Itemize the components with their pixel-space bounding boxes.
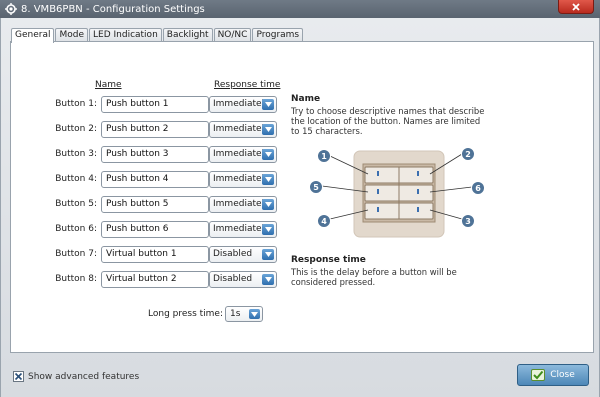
advanced-features-label: Show advanced features <box>28 371 140 382</box>
tab-bar: General Mode LED Indication Backlight NO… <box>11 28 304 43</box>
button-row-7: Button 7: Disabled <box>51 245 277 263</box>
button-name-input[interactable] <box>101 245 209 263</box>
chevron-down-icon <box>262 223 274 235</box>
long-press-label: Long press time: <box>148 309 223 319</box>
response-time-select[interactable]: Immediately <box>209 220 277 238</box>
close-x-icon <box>572 2 580 11</box>
button-label: Button 6: <box>55 224 97 234</box>
long-press-value: 1s <box>230 309 241 319</box>
close-button[interactable]: Close <box>517 364 589 386</box>
button-name-input[interactable] <box>101 220 209 238</box>
advanced-features-checkbox[interactable] <box>13 371 24 382</box>
gear-icon <box>5 3 17 15</box>
response-time-select[interactable]: Disabled <box>209 270 277 288</box>
button-label: Button 8: <box>55 274 97 284</box>
tab-led-indication[interactable]: LED Indication <box>89 28 162 42</box>
chevron-down-icon <box>262 248 274 260</box>
response-time-value: Immediately <box>213 149 270 159</box>
button-name-input[interactable] <box>101 270 209 288</box>
name-help-text: Try to choose descriptive names that des… <box>291 106 485 136</box>
button-row-6: Button 6: Immediately <box>51 220 277 238</box>
marker-label-3: 3 <box>465 217 471 226</box>
button-label: Button 2: <box>55 124 97 134</box>
led-2 <box>417 171 419 176</box>
marker-label-6: 6 <box>475 184 481 193</box>
response-time-select[interactable]: Disabled <box>209 245 277 263</box>
button-label: Button 5: <box>55 199 97 209</box>
led-3 <box>417 207 419 212</box>
response-time-select[interactable]: Immediately <box>209 120 277 138</box>
led-4 <box>377 207 379 212</box>
response-time-value: Disabled <box>213 274 253 284</box>
window-title: 8. VMB6PBN - Configuration Settings <box>21 3 205 15</box>
name-help-title: Name <box>291 94 321 104</box>
chevron-down-icon <box>262 173 274 185</box>
marker-label-4: 4 <box>321 217 327 226</box>
chevron-down-icon <box>262 148 274 160</box>
button-row-8: Button 8: Disabled <box>51 270 277 288</box>
response-column-header: Response time <box>214 80 281 90</box>
marker-label-1: 1 <box>321 152 327 161</box>
name-help: Name Try to choose descriptive names tha… <box>291 94 491 136</box>
response-time-select[interactable]: Immediately <box>209 195 277 213</box>
response-time-value: Immediately <box>213 99 270 109</box>
title-bar: 8. VMB6PBN - Configuration Settings <box>0 0 600 18</box>
chevron-down-icon <box>262 198 274 210</box>
button-panel-diagram: 1 2 3 4 5 6 <box>309 147 485 238</box>
tab-no-nc[interactable]: NO/NC <box>213 28 252 42</box>
button-row-2: Button 2: Immediately <box>51 120 277 138</box>
button-name-input[interactable] <box>101 195 209 213</box>
checkmark-x-icon <box>14 372 23 381</box>
button-name-input[interactable] <box>101 95 209 113</box>
button-label: Button 3: <box>55 149 97 159</box>
response-time-value: Immediately <box>213 174 270 184</box>
close-button-label: Close <box>550 370 575 380</box>
chevron-down-icon <box>262 98 274 110</box>
led-1 <box>377 171 379 176</box>
chevron-down-icon <box>262 273 274 285</box>
response-help: Response time This is the delay before a… <box>291 255 491 287</box>
response-help-text: This is the delay before a button will b… <box>291 267 457 287</box>
window-body: General Mode LED Indication Backlight NO… <box>0 18 600 397</box>
marker-label-5: 5 <box>313 183 319 192</box>
response-time-value: Immediately <box>213 199 270 209</box>
long-press-row: Long press time: 1s <box>148 306 263 322</box>
button-row-1: Button 1: Immediately <box>51 95 277 113</box>
button-name-input[interactable] <box>101 145 209 163</box>
button-name-input[interactable] <box>101 170 209 188</box>
response-time-select[interactable]: Immediately <box>209 170 277 188</box>
chevron-down-icon <box>262 123 274 135</box>
check-icon <box>531 369 546 381</box>
response-help-title: Response time <box>291 255 366 265</box>
tab-programs[interactable]: Programs <box>252 28 304 42</box>
marker-label-2: 2 <box>465 150 471 159</box>
tab-general[interactable]: General <box>11 28 55 43</box>
response-time-value: Immediately <box>213 124 270 134</box>
button-row-4: Button 4: Immediately <box>51 170 277 188</box>
button-row-3: Button 3: Immediately <box>51 145 277 163</box>
led-6 <box>417 189 419 194</box>
led-5 <box>377 189 379 194</box>
general-panel: Name Response time Button 1: Immediately… <box>10 41 594 353</box>
advanced-features-toggle[interactable]: Show advanced features <box>13 371 139 382</box>
button-label: Button 1: <box>55 99 97 109</box>
name-column-header: Name <box>95 80 122 90</box>
button-name-input[interactable] <box>101 120 209 138</box>
response-time-select[interactable]: Immediately <box>209 145 277 163</box>
chevron-down-icon <box>249 309 260 319</box>
response-time-value: Immediately <box>213 224 270 234</box>
tab-mode[interactable]: Mode <box>55 28 88 42</box>
long-press-select[interactable]: 1s <box>225 306 263 322</box>
button-label: Button 7: <box>55 249 97 259</box>
tab-backlight[interactable]: Backlight <box>162 28 213 42</box>
window-close-button[interactable] <box>558 0 594 14</box>
response-time-select[interactable]: Immediately <box>209 95 277 113</box>
response-time-value: Disabled <box>213 249 253 259</box>
button-label: Button 4: <box>55 174 97 184</box>
button-row-5: Button 5: Immediately <box>51 195 277 213</box>
